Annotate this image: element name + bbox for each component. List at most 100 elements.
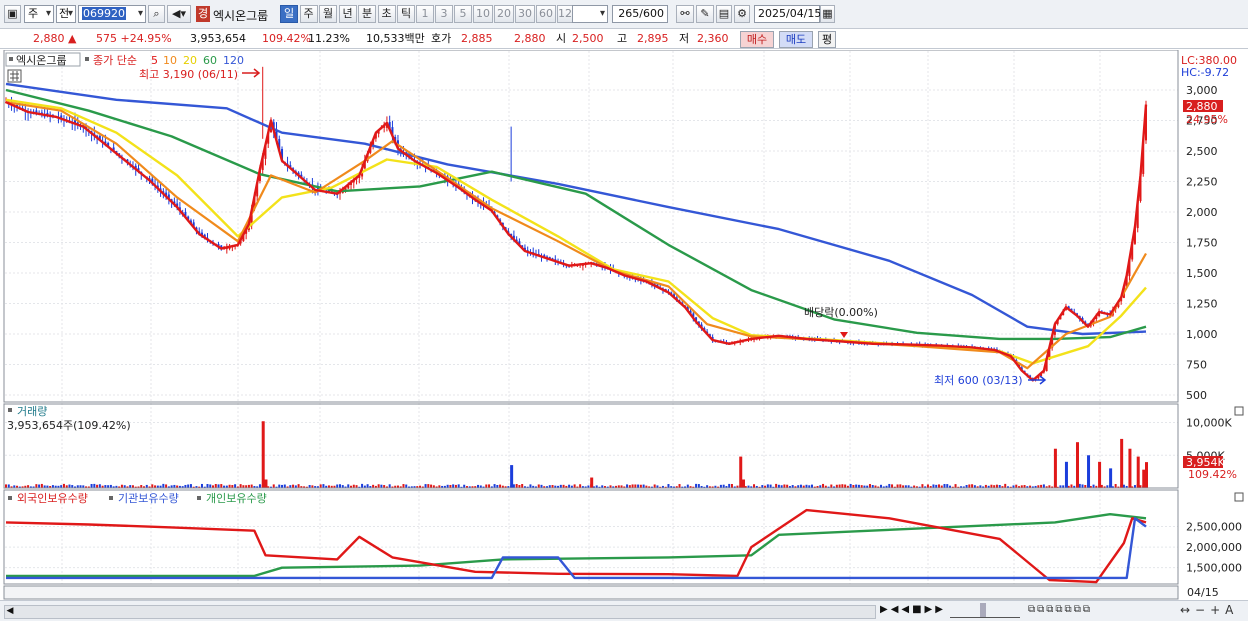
- volume-bar: [217, 484, 220, 488]
- volume-bar: [499, 484, 502, 488]
- period-button[interactable]: 일: [280, 5, 298, 23]
- price-tick-label: 750: [1186, 359, 1207, 372]
- zoom-controls-icon[interactable]: ↔−+A: [1180, 603, 1238, 617]
- volume-bar: [322, 484, 325, 488]
- volume-bar: [1081, 484, 1084, 488]
- interval-button[interactable]: 5: [454, 5, 472, 23]
- volume-bar: [686, 484, 689, 488]
- turnover-rate: 11.23%: [308, 32, 350, 45]
- volume-pane-close-icon[interactable]: [1234, 406, 1244, 416]
- period-button[interactable]: 월: [319, 5, 337, 23]
- ma60-legend: 60: [203, 54, 217, 67]
- zoom-slider-handle[interactable]: [980, 603, 986, 617]
- volume-bar: [529, 484, 532, 488]
- period-button[interactable]: 년: [338, 5, 357, 23]
- date-value: 2025/04/15: [758, 7, 822, 20]
- hc-value: HC:-9.72: [1181, 66, 1229, 79]
- count-input[interactable]: 265/600: [612, 5, 668, 23]
- period-button[interactable]: 분: [358, 5, 376, 23]
- individual-holding-line: [6, 513, 1147, 578]
- x-tick-label: 04/15: [1187, 586, 1219, 599]
- date-input[interactable]: 2025/04/15: [754, 5, 822, 23]
- price-pane-border: [3, 50, 1179, 403]
- volume-bar: [769, 484, 772, 488]
- ma5-legend: 5: [151, 54, 158, 67]
- ma5-line: [5, 101, 1148, 382]
- interval-button[interactable]: 3: [435, 5, 453, 23]
- save-icon[interactable]: ▤: [716, 5, 732, 23]
- volume-bar: [1004, 483, 1007, 488]
- window-icon[interactable]: ▣: [4, 5, 21, 23]
- ask-price: 2,885: [461, 32, 493, 45]
- prev-select[interactable]: 전: [56, 5, 76, 23]
- sell-button[interactable]: 매도: [779, 31, 813, 48]
- volume-bar: [189, 484, 192, 488]
- scroll-left-icon[interactable]: ◀: [4, 605, 16, 617]
- institution-legend: 기관보유수량: [118, 492, 179, 505]
- moving-average-lines: [5, 66, 1148, 382]
- volume-bar: [849, 484, 852, 488]
- volume-bar: [1078, 483, 1081, 488]
- volume-bar: [634, 484, 637, 488]
- volume-bar: [278, 484, 281, 488]
- volume-bar: [830, 484, 833, 488]
- price-tick-label: 500: [1186, 389, 1207, 402]
- volume-bar: [388, 484, 391, 488]
- volume-bar: [165, 484, 168, 488]
- period-button[interactable]: 초: [377, 5, 396, 23]
- foreign-holding-line: [5, 508, 1147, 584]
- holding-tick-label: 1,500,000: [1186, 562, 1242, 575]
- price-tick-label: 3,000: [1186, 84, 1218, 97]
- volume-bar: [427, 484, 430, 488]
- volume-bar: [695, 483, 698, 488]
- volume-bar: [402, 484, 405, 488]
- volume-bar: [512, 484, 515, 488]
- interval-button[interactable]: 10: [473, 5, 493, 23]
- volume-bar: [93, 483, 96, 488]
- interval-button[interactable]: 1: [416, 5, 434, 23]
- stock-name: 엑시온그룹: [213, 9, 269, 23]
- interval-select[interactable]: [572, 5, 608, 23]
- volume-bar: [366, 484, 369, 488]
- period-button[interactable]: 틱: [397, 5, 415, 23]
- volume-title: 거래량: [17, 405, 47, 418]
- volume-bar: [1092, 484, 1095, 488]
- eval-button[interactable]: 평: [818, 31, 836, 48]
- search-icon[interactable]: ⌕: [148, 5, 165, 23]
- stock-code-input[interactable]: 069920: [78, 5, 146, 23]
- ma-legend-label: 종가 단순: [93, 54, 137, 67]
- last-change-value: 24.95%: [1186, 113, 1228, 126]
- chart-type-icon[interactable]: ⚯: [676, 5, 694, 23]
- stock-chart[interactable]: 3,0002,7502,5002,2502,0001,7501,5001,250…: [0, 50, 1248, 600]
- layout-icons[interactable]: ⧉⧉⧉⧉⧉⧉⧉: [1028, 604, 1092, 615]
- chart-grid: [3, 51, 1178, 584]
- volume-bar: [921, 484, 924, 488]
- interval-button[interactable]: 30: [515, 5, 535, 23]
- buy-button[interactable]: 매수: [740, 31, 774, 48]
- gear-icon[interactable]: ⚙: [734, 5, 750, 23]
- speaker-icon[interactable]: ◀▾: [167, 5, 191, 23]
- volume-bar: [258, 484, 261, 488]
- volume-bar: [766, 484, 769, 488]
- holding-pane-close-icon[interactable]: [1234, 492, 1244, 502]
- volume-bar: [971, 484, 974, 488]
- stock-code-value: 069920: [82, 7, 126, 20]
- volume-bar: [430, 484, 433, 488]
- market-type-select[interactable]: 주: [24, 5, 54, 23]
- interval-button[interactable]: 60: [536, 5, 556, 23]
- interval-button[interactable]: 20: [494, 5, 514, 23]
- volume-bar: [537, 484, 540, 488]
- toolbar: ▣ 주 전 069920 ⌕ ◀▾ 경 엑시온그룹 일주월년분초틱 135102…: [0, 0, 1248, 29]
- calendar-icon[interactable]: ▦: [820, 5, 835, 23]
- volume-bar: [946, 484, 949, 488]
- grid-toggle-icon[interactable]: [7, 69, 22, 83]
- period-button[interactable]: 주: [299, 5, 318, 23]
- draw-tool-icon[interactable]: ✎: [696, 5, 714, 23]
- low-label: 저: [679, 32, 690, 45]
- volume-bar: [626, 484, 629, 488]
- ma20-legend: 20: [183, 54, 197, 67]
- playback-controls-icon[interactable]: ▶◀◀■▶▶: [880, 604, 946, 615]
- volume-bar: [783, 484, 786, 488]
- horizontal-scrollbar[interactable]: [4, 605, 876, 619]
- volume-bar: [1042, 484, 1045, 488]
